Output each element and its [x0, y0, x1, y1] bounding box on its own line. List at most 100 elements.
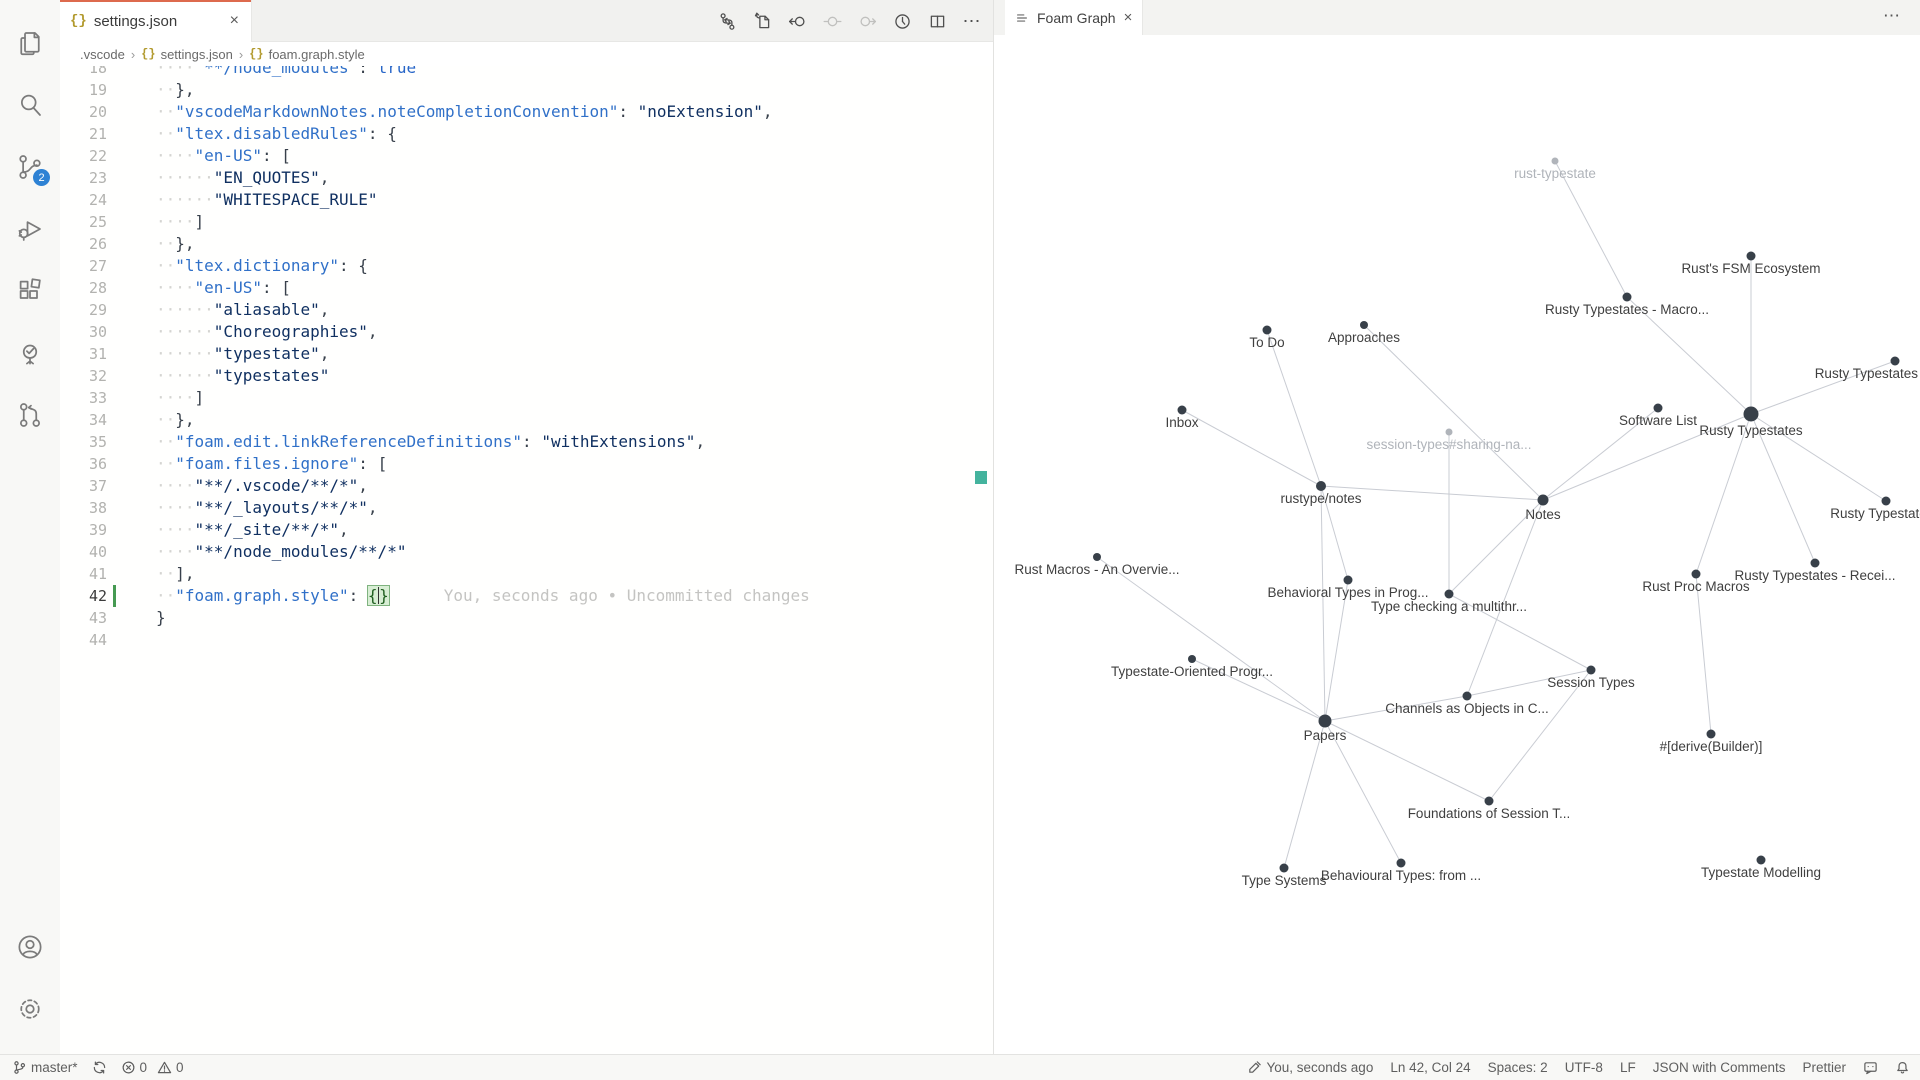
code-line[interactable]: 31······"typestate",	[60, 343, 993, 365]
graph-node-behavioral-types[interactable]	[1344, 576, 1353, 585]
code-line[interactable]: 28····"en-US": [	[60, 277, 993, 299]
code-line[interactable]: 20··"vscodeMarkdownNotes.noteCompletionC…	[60, 101, 993, 123]
tab-foam-graph[interactable]: Foam Graph ×	[1005, 0, 1143, 35]
more-actions-icon[interactable]: ⋯	[959, 8, 985, 34]
graph-node-to-do[interactable]	[1263, 326, 1272, 335]
gitlens-icon[interactable]	[6, 384, 54, 446]
graph-node-rustype-notes[interactable]	[1316, 481, 1326, 491]
search-icon[interactable]	[6, 74, 54, 136]
language-mode[interactable]: JSON with Comments	[1653, 1060, 1786, 1075]
code-line[interactable]: 40····"**/node_modules/**/*"	[60, 541, 993, 563]
code-editor[interactable]: 18····"**/node_modules": true19··},20··"…	[60, 66, 993, 1054]
code-line[interactable]: 37····"**/.vscode/**/*",	[60, 475, 993, 497]
breadcrumb-file[interactable]: {} settings.json	[141, 47, 233, 62]
graph-node-rust-typestate[interactable]	[1552, 158, 1559, 165]
graph-node-fsm-ecosystem[interactable]	[1747, 252, 1756, 261]
graph-node-behavioural-types[interactable]	[1397, 859, 1406, 868]
graph-node-typestate-oriented[interactable]	[1188, 655, 1196, 663]
panel-more-actions-icon[interactable]: ⋯	[1883, 6, 1902, 26]
problems-indicator[interactable]: 0 0	[121, 1060, 184, 1075]
tab-settings-json[interactable]: {} settings.json ×	[60, 0, 252, 42]
tab-close-icon[interactable]: ×	[228, 12, 241, 30]
gitlens-blame-status[interactable]: You, seconds ago	[1247, 1060, 1373, 1075]
graph-node-rusty-typestates-hub[interactable]	[1744, 407, 1759, 422]
graph-node-rusty-typestates-r2[interactable]	[1882, 497, 1891, 506]
code-line[interactable]: 24······"WHITESPACE_RULE"	[60, 189, 993, 211]
code-line[interactable]: 44	[60, 629, 993, 651]
explorer-icon[interactable]	[6, 12, 54, 74]
code-line[interactable]: 36··"foam.files.ignore": [	[60, 453, 993, 475]
graph-node-channels[interactable]	[1463, 692, 1472, 701]
code-line[interactable]: 33····]	[60, 387, 993, 409]
next-change-icon[interactable]	[819, 8, 845, 34]
branch-indicator[interactable]: master*	[12, 1060, 78, 1075]
breadcrumb-symbol[interactable]: {} foam.graph.style	[249, 47, 365, 62]
go-forward-icon[interactable]	[854, 8, 880, 34]
graph-node-foundations[interactable]	[1485, 797, 1494, 806]
code-line[interactable]: 39····"**/_site/**/*",	[60, 519, 993, 541]
cursor-position[interactable]: Ln 42, Col 24	[1390, 1060, 1470, 1075]
code-line[interactable]: 23······"EN_QUOTES",	[60, 167, 993, 189]
graph-node-approaches[interactable]	[1360, 321, 1368, 329]
formatter-status[interactable]: Prettier	[1802, 1060, 1846, 1075]
graph-node-derive-builder[interactable]	[1707, 730, 1716, 739]
sync-button[interactable]	[92, 1060, 107, 1075]
graph-node-rusty-recei[interactable]	[1811, 559, 1820, 568]
code-line[interactable]: 38····"**/_layouts/**/*",	[60, 497, 993, 519]
graph-edge	[1696, 574, 1711, 734]
feedback-button[interactable]	[1863, 1060, 1878, 1075]
graph-node-papers[interactable]	[1319, 715, 1332, 728]
foam-graph-canvas[interactable]: rust-typestateRust's FSM EcosystemRusty …	[994, 35, 1920, 1054]
code-line[interactable]: 25····]	[60, 211, 993, 233]
graph-node-type-systems[interactable]	[1280, 864, 1289, 873]
graph-node-rusty-typestates-tr[interactable]	[1891, 357, 1900, 366]
notifications-button[interactable]	[1895, 1060, 1910, 1075]
code-line[interactable]: 18····"**/node_modules": true	[60, 66, 993, 79]
todo-tree-icon[interactable]	[6, 322, 54, 384]
code-line[interactable]: 26··},	[60, 233, 993, 255]
graph-node-label: rustype/notes	[1280, 491, 1361, 506]
previous-change-icon[interactable]	[784, 8, 810, 34]
indentation-status[interactable]: Spaces: 2	[1488, 1060, 1548, 1075]
code-line[interactable]: 22····"en-US": [	[60, 145, 993, 167]
code-line[interactable]: 32······"typestates"	[60, 365, 993, 387]
code-line[interactable]: 21··"ltex.disabledRules": {	[60, 123, 993, 145]
timeline-icon[interactable]	[889, 8, 915, 34]
bell-icon	[1895, 1060, 1910, 1075]
extensions-icon[interactable]	[6, 260, 54, 322]
graph-node-type-checking[interactable]	[1445, 590, 1454, 599]
graph-node-label: Rusty Typestates	[1815, 366, 1919, 381]
account-icon[interactable]	[6, 916, 54, 978]
graph-node-inbox[interactable]	[1178, 406, 1187, 415]
code-line[interactable]: 35··"foam.edit.linkReferenceDefinitions"…	[60, 431, 993, 453]
source-control-icon[interactable]: 2	[6, 136, 54, 198]
code-line[interactable]: 43}	[60, 607, 993, 629]
compare-changes-icon[interactable]	[714, 8, 740, 34]
panel-close-icon[interactable]: ×	[1124, 9, 1133, 26]
code-line[interactable]: 19··},	[60, 79, 993, 101]
graph-node-label: #[derive(Builder)]	[1660, 739, 1763, 754]
code-line[interactable]: 41··],	[60, 563, 993, 585]
run-debug-icon[interactable]	[6, 198, 54, 260]
code-line[interactable]: 27··"ltex.dictionary": {	[60, 255, 993, 277]
graph-node-label: Papers	[1304, 728, 1347, 743]
graph-node-session-types[interactable]	[1587, 666, 1596, 675]
code-line[interactable]: 42··"foam.graph.style": {}You, seconds a…	[60, 585, 993, 607]
encoding-status[interactable]: UTF-8	[1565, 1060, 1603, 1075]
settings-gear-icon[interactable]	[6, 978, 54, 1040]
eol-status[interactable]: LF	[1620, 1060, 1636, 1075]
open-changes-icon[interactable]	[749, 8, 775, 34]
graph-node-notes[interactable]	[1538, 495, 1549, 506]
code-line[interactable]: 34··},	[60, 409, 993, 431]
graph-node-rust-macros-overview[interactable]	[1093, 553, 1101, 561]
graph-node-session-types-sharing[interactable]	[1446, 429, 1453, 436]
breadcrumb-folder[interactable]: .vscode	[80, 47, 125, 62]
graph-node-typestate-modelling[interactable]	[1757, 856, 1766, 865]
code-line[interactable]: 30······"Choreographies",	[60, 321, 993, 343]
graph-node-rust-proc-macros[interactable]	[1692, 570, 1701, 579]
code-line[interactable]: 29······"aliasable",	[60, 299, 993, 321]
graph-node-software-list[interactable]	[1654, 404, 1663, 413]
split-editor-icon[interactable]	[924, 8, 950, 34]
graph-node-label: Type checking a multithr...	[1371, 599, 1527, 614]
graph-node-rusty-macro[interactable]	[1623, 293, 1632, 302]
